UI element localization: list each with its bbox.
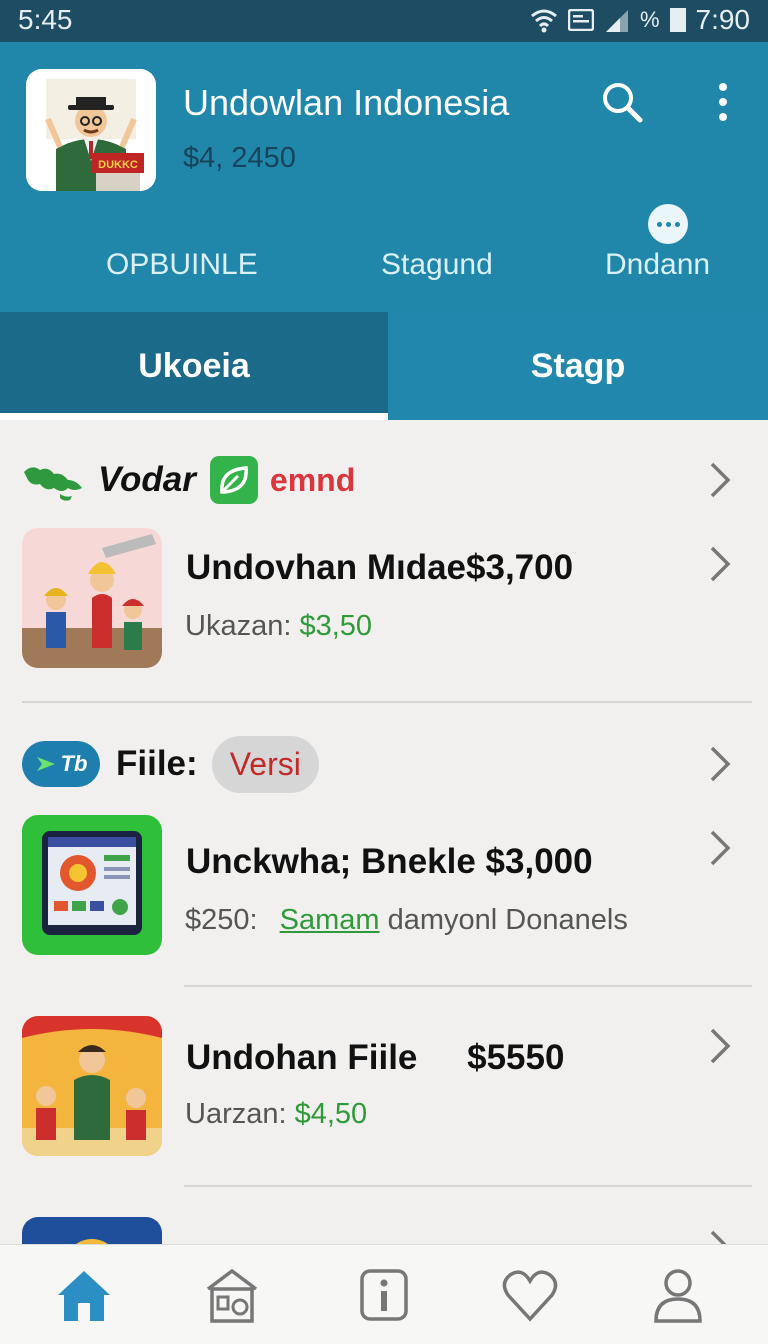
nav-store-button[interactable] [202,1265,262,1325]
item-title: Unckwha; Bnekle $3,000 [186,842,593,881]
item-link[interactable]: Samam [280,904,380,936]
item-title: Undovhan Mıdae$3,700 [186,548,574,587]
nav-profile-button[interactable] [648,1265,708,1325]
top-tab-3[interactable]: Dndann [605,248,710,282]
more-vertical-icon [719,83,727,121]
chevron-right-icon[interactable] [708,1026,732,1066]
section-header-fiile[interactable]: Tb Fiile: Versi [22,734,319,794]
status-bar: 5:45 % 7:90 [0,0,768,42]
top-tab-1[interactable]: OPBUINLE [106,248,258,282]
battery-percent: % [639,7,660,32]
app-logo[interactable]: DUKKC [26,69,156,191]
item-sub-label: Uarzan: [185,1098,287,1130]
leaf-icon [209,456,258,504]
profile-icon [654,1269,702,1323]
item-title: Undohan Fiile $5550 [186,1038,564,1078]
segment-tab-1[interactable]: Ukoeia [0,312,388,420]
item-sub-price: $3,50 [299,610,373,642]
item-subtitle: $250: Samam damyonl Donanels [185,904,628,937]
section-tag: emnd [269,461,356,498]
search-button[interactable] [598,78,646,126]
more-options-button[interactable] [706,78,740,126]
chat-bubble-icon[interactable] [648,204,688,244]
chevron-right-icon[interactable] [708,744,732,784]
selected-tab-indicator [0,413,388,420]
signal-icon [605,10,628,32]
logo-sign-text: DUKKC [98,159,138,171]
item-subtitle: Ukazan: $3,50 [185,610,372,643]
battery-icon [669,8,686,32]
item-thumbnail[interactable] [22,1217,162,1244]
item-sub-rest: damyonl Donanels [387,904,628,936]
section-title-fiile: Fiile: [116,744,198,783]
app-header: DUKKC Undowlan Indonesia $4, 2450 OPBUIN… [0,42,768,312]
chevron-right-icon[interactable] [708,828,732,868]
item-thumbnail[interactable] [22,528,162,668]
item-sub-label: Ukazan: [185,610,292,642]
family-illustration-icon [22,1016,162,1156]
segment-tabs: Ukoeia Stagp [0,312,768,420]
item-thumbnail[interactable] [22,1016,162,1156]
workers-illustration-icon [22,528,162,668]
divider [22,701,752,703]
status-clock: 7:90 [695,4,751,35]
app-title: Undowlan Indonesia [183,82,510,123]
account-balance: $4, 2450 [183,142,296,174]
item-sub-label: $250: [185,904,258,936]
item-thumbnail[interactable] [22,815,162,955]
segment-tab-2[interactable]: Stagp [388,312,768,420]
wifi-icon [530,9,557,33]
item-title-name: Undohan Fiile [186,1038,418,1077]
map-icon [24,467,82,501]
search-icon [603,83,643,123]
content-list: Vodar emnd Undovhan Mıdae$3,700 Ukazan: … [0,420,768,1244]
home-icon [58,1271,110,1321]
status-time: 5:45 [18,4,73,35]
top-tab-2[interactable]: Stagund [381,248,493,282]
nav-home-button[interactable] [54,1265,114,1325]
partial-item-illustration-icon [22,1217,162,1244]
section-title-vodar: Vodar [98,460,196,499]
sim-card-icon [567,9,594,31]
divider [184,985,752,987]
divider [184,1185,752,1187]
item-sub-price: $4,50 [294,1098,368,1130]
nav-info-button[interactable] [354,1265,414,1325]
status-icons: % 7:90 [530,4,750,36]
version-pill[interactable]: Versi [211,735,319,793]
tb-badge-icon: Tb [22,741,100,787]
tablet-app-icon [22,815,162,955]
section-header-vodar[interactable]: Vodar emnd [22,450,355,510]
nav-favorites-button[interactable] [500,1265,560,1325]
chevron-right-icon[interactable] [708,460,732,500]
arrow-logo-icon [36,757,55,771]
bottom-navigation [0,1244,768,1344]
teacher-illustration-icon: DUKKC [26,69,156,191]
heart-icon [502,1270,558,1322]
store-icon [206,1268,258,1323]
chevron-right-icon[interactable] [708,1228,732,1244]
info-icon [360,1269,408,1321]
chevron-right-icon[interactable] [708,544,732,584]
item-subtitle: Uarzan: $4,50 [185,1098,367,1131]
item-title-price: $5550 [467,1038,565,1077]
